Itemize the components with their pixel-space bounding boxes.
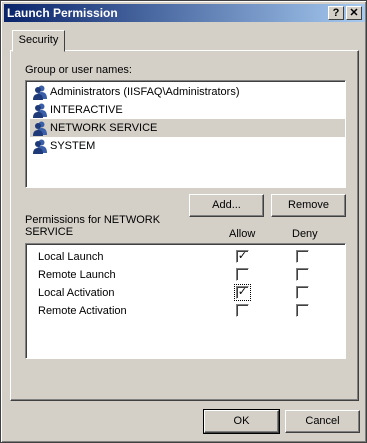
allow-local-launch-checkbox[interactable]: ✓: [236, 250, 249, 263]
permissions-header-line1: Permissions for NETWORK: [25, 214, 161, 226]
allow-remote-activation-checkbox[interactable]: [236, 304, 249, 317]
user-row-network-service[interactable]: NETWORK SERVICE: [30, 119, 345, 137]
allow-local-activation-checkbox[interactable]: ✓: [234, 284, 251, 301]
launch-permission-dialog: Launch Permission ? ✕ Security Group or …: [0, 0, 367, 443]
allow-remote-launch-checkbox[interactable]: [236, 268, 249, 281]
deny-local-launch-checkbox[interactable]: [296, 250, 309, 263]
deny-remote-launch-checkbox[interactable]: [296, 268, 309, 281]
permissions-header-line2: SERVICE: [25, 226, 74, 238]
perm-row-local-launch: Local Launch: [38, 248, 103, 266]
perm-label: Local Activation: [38, 287, 115, 299]
user-label: INTERACTIVE: [50, 104, 123, 116]
perm-label: Remote Activation: [38, 305, 127, 317]
user-label: SYSTEM: [50, 140, 96, 152]
tab-security[interactable]: Security: [12, 30, 65, 52]
permissions-list: Local Launch ✓ Remote Launch Local Activ…: [25, 243, 346, 359]
group-label: Group or user names:: [25, 64, 132, 76]
deny-column-header: Deny: [292, 228, 318, 240]
users-icon: [33, 103, 47, 118]
title-bar[interactable]: Launch Permission ? ✕: [4, 4, 365, 22]
window-title: Launch Permission: [7, 6, 118, 20]
help-button[interactable]: ?: [328, 6, 344, 20]
user-row-system[interactable]: SYSTEM: [30, 137, 345, 155]
deny-local-activation-checkbox[interactable]: [296, 286, 309, 299]
user-list[interactable]: Administrators (IISFAQ\Administrators) I…: [25, 80, 346, 188]
perm-label: Remote Launch: [38, 269, 116, 281]
user-label: NETWORK SERVICE: [50, 122, 158, 134]
users-icon: [33, 139, 47, 154]
add-button[interactable]: Add...: [189, 194, 264, 217]
perm-label: Local Launch: [38, 251, 104, 263]
close-button[interactable]: ✕: [346, 6, 362, 20]
security-panel: Group or user names: Administrators (IIS…: [10, 50, 359, 401]
users-icon: [33, 85, 47, 100]
perm-row-remote-activation: Remote Activation: [38, 302, 127, 320]
deny-remote-activation-checkbox[interactable]: [296, 304, 309, 317]
ok-button[interactable]: OK: [203, 409, 280, 434]
allow-column-header: Allow: [229, 228, 256, 240]
perm-row-remote-launch: Remote Launch: [38, 266, 116, 284]
user-row-administrators[interactable]: Administrators (IISFAQ\Administrators): [30, 83, 345, 101]
cancel-button[interactable]: Cancel: [285, 410, 360, 433]
remove-button[interactable]: Remove: [271, 194, 346, 217]
perm-row-local-activation: Local Activation: [38, 284, 114, 302]
users-icon: [33, 121, 47, 136]
user-row-interactive[interactable]: INTERACTIVE: [30, 101, 345, 119]
user-label: Administrators (IISFAQ\Administrators): [50, 86, 240, 98]
